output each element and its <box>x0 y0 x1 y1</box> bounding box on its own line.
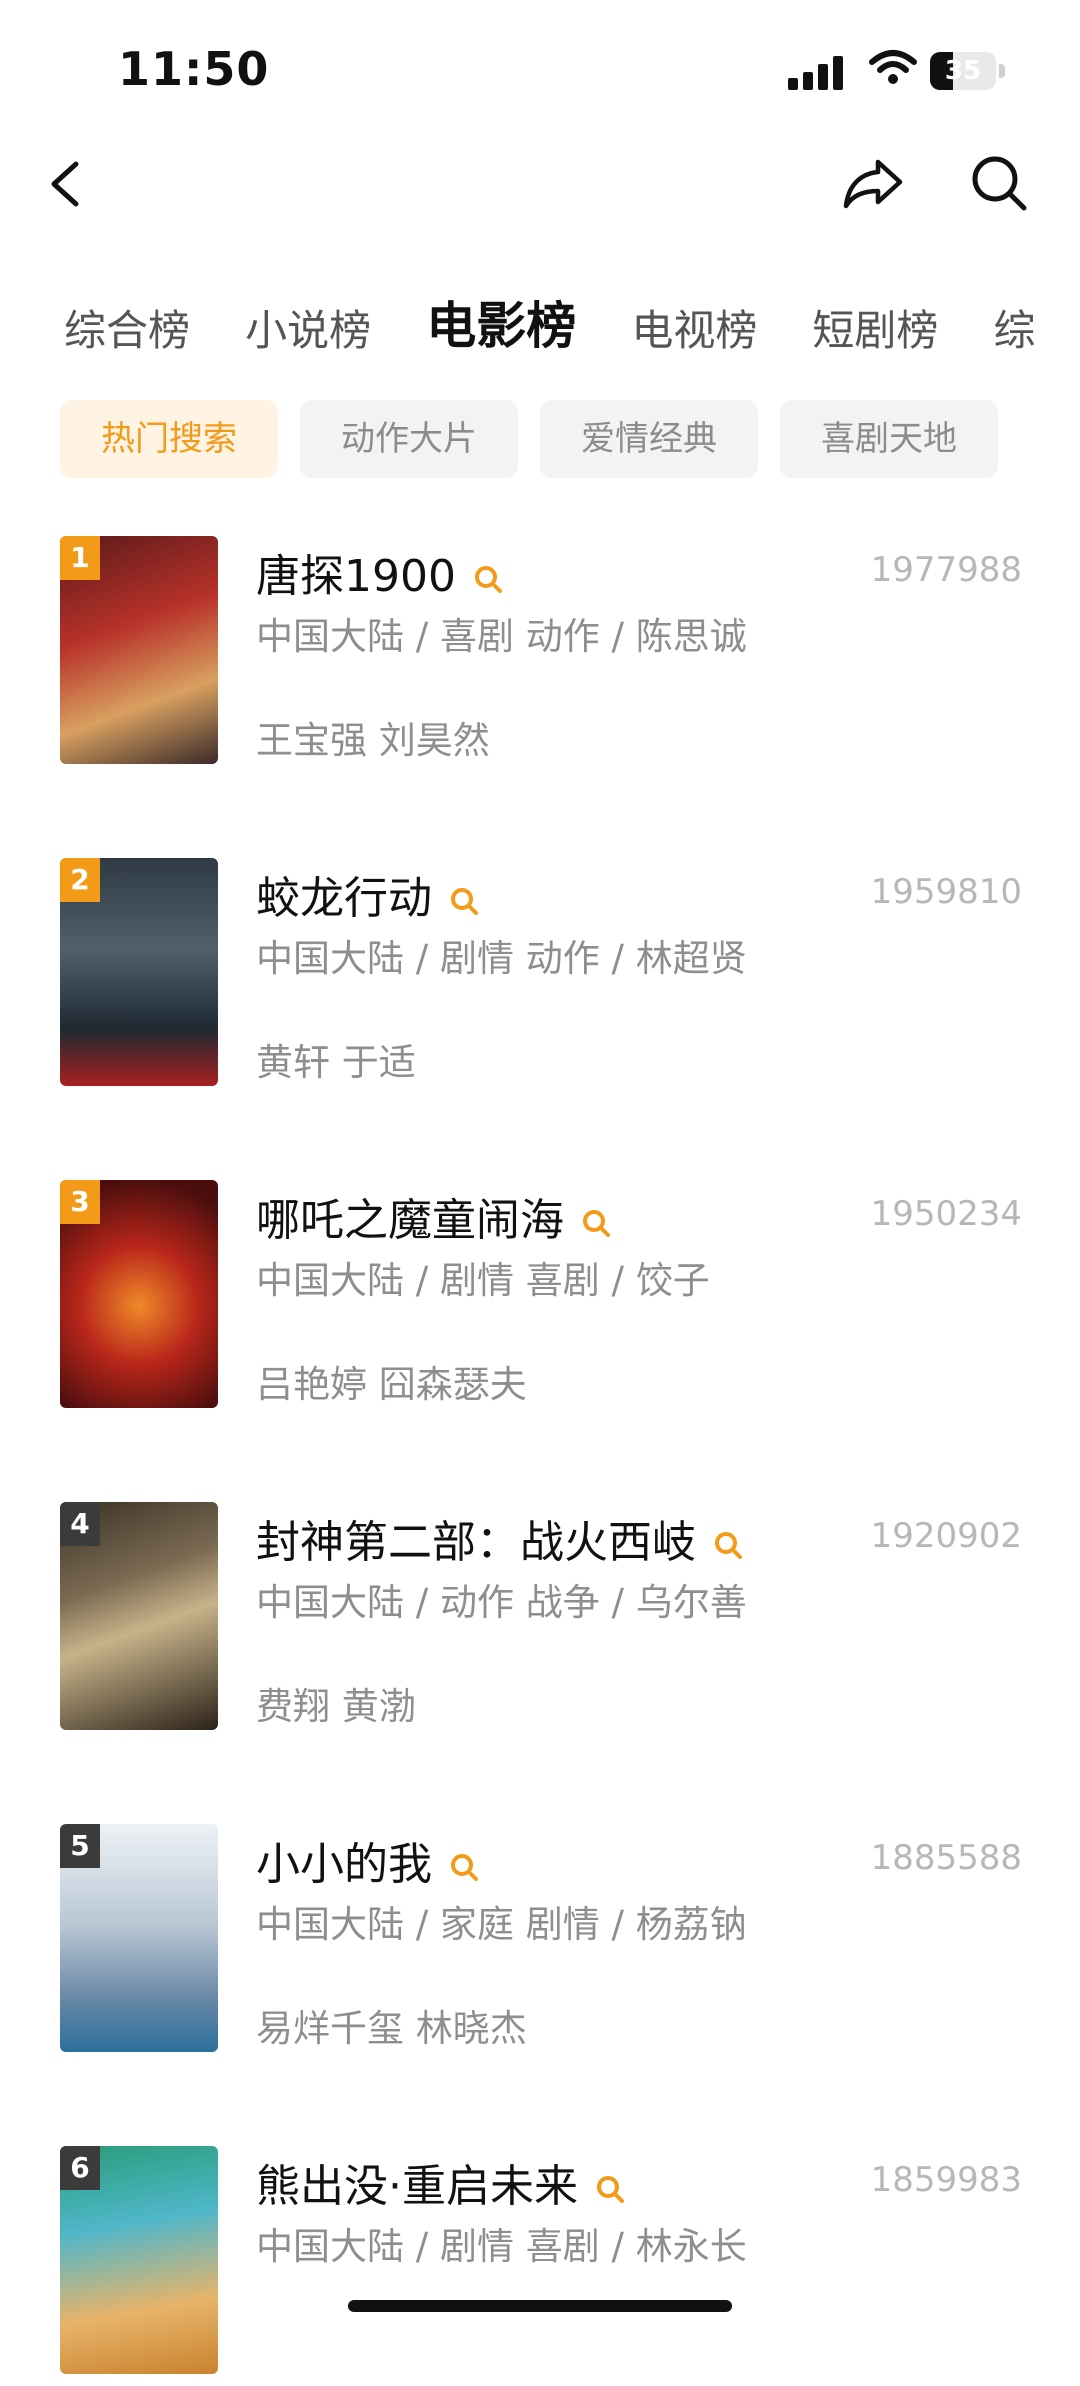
movie-title[interactable]: 蛟龙行动 <box>256 862 480 926</box>
search-count: 1885588 <box>870 1838 1022 1878</box>
movie-title[interactable]: 封神第二部：战火西岐 <box>256 1506 744 1570</box>
movie-poster[interactable]: 1 <box>60 536 218 764</box>
movie-meta: 中国大陆 / 剧情 动作 / 林超贤 <box>256 937 747 980</box>
search-icon[interactable] <box>712 1529 744 1561</box>
share-icon[interactable] <box>840 150 906 216</box>
movie-poster[interactable]: 3 <box>60 1180 218 1408</box>
tab-comprehensive[interactable]: 综合榜 <box>64 297 190 358</box>
tab-tv[interactable]: 电视榜 <box>631 297 757 358</box>
list-item[interactable]: 3 哪吒之魔童闹海 1950234 中国大陆 / 剧情 喜剧 / 饺子 吕艳婷 … <box>0 1180 1080 1420</box>
search-count: 1950234 <box>870 1194 1022 1234</box>
nav-bar <box>0 130 1080 240</box>
search-icon[interactable] <box>448 885 480 917</box>
category-tabs: 综合榜 小说榜 电影榜 电视榜 短剧榜 综 <box>64 286 1080 366</box>
cellular-signal-icon <box>788 54 846 90</box>
chip-hot-search[interactable]: 热门搜索 <box>60 400 278 478</box>
battery-percent: 35 <box>944 56 982 86</box>
list-item[interactable]: 1 唐探1900 1977988 中国大陆 / 喜剧 动作 / 陈思诚 王宝强 … <box>0 536 1080 776</box>
chip-action[interactable]: 动作大片 <box>300 400 518 478</box>
movie-poster[interactable]: 5 <box>60 1824 218 2052</box>
rank-badge: 2 <box>60 858 100 902</box>
tab-novel[interactable]: 小说榜 <box>245 297 371 358</box>
movie-meta: 中国大陆 / 家庭 剧情 / 杨荔钠 <box>256 1903 747 1946</box>
movie-title[interactable]: 唐探1900 <box>256 540 504 604</box>
movie-title[interactable]: 哪吒之魔童闹海 <box>256 1184 612 1248</box>
movie-title-text: 哪吒之魔童闹海 <box>256 1195 564 1246</box>
search-count: 1959810 <box>870 872 1022 912</box>
list-item[interactable]: 5 小小的我 1885588 中国大陆 / 家庭 剧情 / 杨荔钠 易烊千玺 林… <box>0 1824 1080 2064</box>
rank-badge: 6 <box>60 2146 100 2190</box>
chevron-left-icon[interactable] <box>40 152 94 216</box>
list-item[interactable]: 6 熊出没·重启未来 1859983 中国大陆 / 剧情 喜剧 / 林永长 <box>0 2146 1080 2386</box>
movie-cast: 费翔 黄渤 <box>256 1685 416 1728</box>
search-count: 1977988 <box>870 550 1022 590</box>
rank-badge: 3 <box>60 1180 100 1224</box>
movie-title-text: 蛟龙行动 <box>256 873 432 924</box>
filter-chips: 热门搜索 动作大片 爱情经典 喜剧天地 <box>60 400 1080 478</box>
movie-poster[interactable]: 4 <box>60 1502 218 1730</box>
rank-badge: 1 <box>60 536 100 580</box>
movie-meta: 中国大陆 / 剧情 喜剧 / 饺子 <box>256 1259 710 1302</box>
movie-poster[interactable]: 6 <box>60 2146 218 2374</box>
tab-movie[interactable]: 电影榜 <box>426 286 576 358</box>
list-item[interactable]: 2 蛟龙行动 1959810 中国大陆 / 剧情 动作 / 林超贤 黄轩 于适 <box>0 858 1080 1098</box>
movie-meta: 中国大陆 / 动作 战争 / 乌尔善 <box>256 1581 747 1624</box>
search-icon[interactable] <box>966 150 1032 216</box>
search-icon[interactable] <box>448 1851 480 1883</box>
movie-meta: 中国大陆 / 喜剧 动作 / 陈思诚 <box>256 615 747 658</box>
movie-cast: 黄轩 于适 <box>256 1041 416 1084</box>
chip-comedy[interactable]: 喜剧天地 <box>780 400 998 478</box>
status-bar: 11:50 35 <box>0 0 1080 130</box>
search-icon[interactable] <box>580 1207 612 1239</box>
movie-title-text: 唐探1900 <box>256 551 456 602</box>
movie-cast: 易烊千玺 林晓杰 <box>256 2007 527 2050</box>
status-time: 11:50 <box>118 42 270 96</box>
home-indicator[interactable] <box>348 2300 732 2312</box>
list-item[interactable]: 4 封神第二部：战火西岐 1920902 中国大陆 / 动作 战争 / 乌尔善 … <box>0 1502 1080 1742</box>
movie-title[interactable]: 小小的我 <box>256 1828 480 1892</box>
movie-title[interactable]: 熊出没·重启未来 <box>256 2150 626 2214</box>
movie-poster[interactable]: 2 <box>60 858 218 1086</box>
wifi-icon <box>869 50 917 84</box>
search-count: 1920902 <box>870 1516 1022 1556</box>
rank-badge: 5 <box>60 1824 100 1868</box>
movie-title-text: 熊出没·重启未来 <box>256 2161 578 2212</box>
search-icon[interactable] <box>472 563 504 595</box>
battery-indicator: 35 <box>930 52 1006 92</box>
tab-variety[interactable]: 综 <box>994 297 1036 358</box>
search-icon[interactable] <box>594 2173 626 2205</box>
search-count: 1859983 <box>870 2160 1022 2200</box>
tab-short-drama[interactable]: 短剧榜 <box>812 297 938 358</box>
movie-cast: 吕艳婷 囧森瑟夫 <box>256 1363 527 1406</box>
chip-romance[interactable]: 爱情经典 <box>540 400 758 478</box>
movie-title-text: 小小的我 <box>256 1839 432 1890</box>
rank-badge: 4 <box>60 1502 100 1546</box>
movie-title-text: 封神第二部：战火西岐 <box>256 1517 696 1568</box>
movie-meta: 中国大陆 / 剧情 喜剧 / 林永长 <box>256 2225 747 2268</box>
movie-cast: 王宝强 刘昊然 <box>256 719 490 762</box>
